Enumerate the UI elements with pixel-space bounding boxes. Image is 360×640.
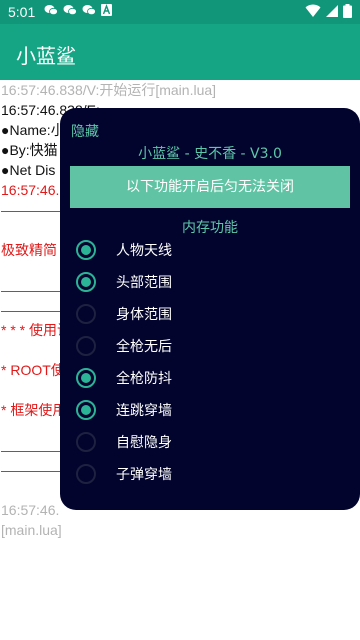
option-label: 全枪无后 [116, 339, 172, 355]
wechat-icon [82, 4, 96, 19]
nav-bar [0, 600, 360, 640]
section-title: 内存功能 [182, 220, 238, 236]
option-label: 连跳穿墙 [116, 403, 172, 419]
wifi-icon [305, 4, 321, 22]
battery-icon [343, 4, 352, 22]
option-label: 头部范围 [116, 275, 172, 291]
option-row[interactable]: 全枪防抖 [76, 366, 336, 390]
notification-icons [44, 4, 112, 19]
notice-button[interactable]: 以下功能开启后匀无法关闭 [70, 166, 350, 208]
status-bar: 5:01 [0, 0, 360, 24]
wechat-icon [44, 4, 58, 19]
option-row[interactable]: 人物天线 [76, 238, 336, 262]
log-line: [main.lua] [1, 522, 62, 538]
option-label: 子弹穿墙 [116, 467, 172, 483]
option-label: 全枪防抖 [116, 371, 172, 387]
option-row[interactable]: 全枪无后 [76, 334, 336, 358]
option-label: 人物天线 [116, 243, 172, 259]
radio-checked[interactable] [76, 272, 96, 292]
wechat-icon [63, 4, 77, 19]
option-row[interactable]: 自慰隐身 [76, 430, 336, 454]
app-title: 小蓝鲨 [16, 44, 76, 68]
option-row[interactable]: 子弹穿墙 [76, 462, 336, 486]
radio-unchecked[interactable] [76, 464, 96, 484]
status-right-icons [305, 4, 352, 22]
option-row[interactable]: 身体范围 [76, 302, 336, 326]
radio-checked[interactable] [76, 400, 96, 420]
radio-checked[interactable] [76, 240, 96, 260]
radio-unchecked[interactable] [76, 432, 96, 452]
app-bar: 小蓝鲨 [0, 24, 360, 80]
radio-checked[interactable] [76, 368, 96, 388]
radio-unchecked[interactable] [76, 304, 96, 324]
option-label: 身体范围 [116, 307, 172, 323]
option-label: 自慰隐身 [116, 435, 172, 451]
signal-icon [325, 4, 339, 22]
radio-unchecked[interactable] [76, 336, 96, 356]
cheat-menu-dialog: 隐藏 小蓝鲨 - 史不香 - V3.0 以下功能开启后匀无法关闭 内存功能 人物… [60, 108, 360, 510]
dialog-title: 小蓝鲨 - 史不香 - V3.0 [138, 146, 282, 162]
hide-button[interactable]: 隐藏 [71, 121, 99, 141]
log-line: 16:57:46.838/V:开始运行[main.lua] [1, 82, 217, 98]
option-row[interactable]: 连跳穿墙 [76, 398, 336, 422]
app-a-icon [101, 4, 112, 19]
status-time: 5:01 [8, 4, 36, 20]
option-row[interactable]: 头部范围 [76, 270, 336, 294]
